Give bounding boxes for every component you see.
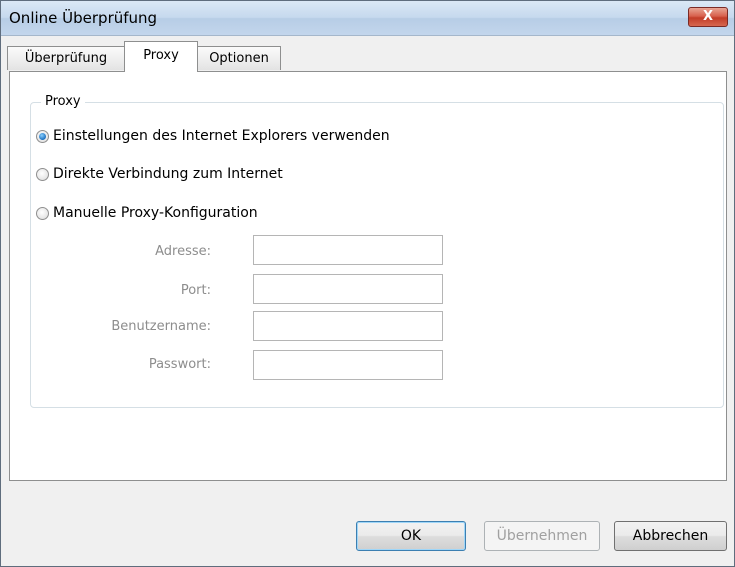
tab-proxy[interactable]: Proxy (124, 41, 198, 72)
radio-direct-connection[interactable]: Direkte Verbindung zum Internet (36, 164, 283, 184)
proxy-tab-page: Proxy Einstellungen des Internet Explore… (9, 71, 727, 481)
username-input[interactable] (253, 311, 443, 341)
title-bar[interactable]: Online Überprüfung X (1, 1, 734, 36)
password-input[interactable] (253, 350, 443, 380)
proxy-group-title: Proxy (41, 94, 85, 109)
address-label: Adresse: (155, 244, 211, 259)
tab-optionen[interactable]: Optionen (197, 46, 281, 70)
radio-direct-connection-label: Direkte Verbindung zum Internet (53, 166, 283, 182)
password-label: Passwort: (148, 357, 211, 372)
address-input[interactable] (253, 235, 443, 265)
radio-ie-settings[interactable]: Einstellungen des Internet Explorers ver… (36, 126, 390, 146)
apply-button[interactable]: Übernehmen (484, 521, 600, 551)
username-label: Benutzername: (111, 319, 211, 334)
window-title: Online Überprüfung (9, 9, 158, 27)
radio-manual-proxy-label: Manuelle Proxy-Konfiguration (53, 205, 258, 221)
radio-unchecked-icon[interactable] (36, 167, 49, 181)
radio-ie-settings-label: Einstellungen des Internet Explorers ver… (53, 128, 390, 144)
dialog-window: Online Überprüfung X Überprüfung Proxy O… (0, 0, 735, 567)
radio-manual-proxy[interactable]: Manuelle Proxy-Konfiguration (36, 203, 258, 223)
port-label: Port: (180, 283, 211, 298)
proxy-groupbox: Proxy Einstellungen des Internet Explore… (30, 94, 724, 408)
port-input[interactable] (253, 274, 443, 304)
radio-unchecked-icon[interactable] (36, 206, 49, 220)
radio-checked-icon[interactable] (36, 129, 49, 143)
cancel-button[interactable]: Abbrechen (614, 521, 727, 551)
tab-strip: Überprüfung Proxy Optionen (7, 41, 727, 72)
tab-ueberpruefung[interactable]: Überprüfung (7, 46, 125, 70)
close-button[interactable]: X (688, 7, 728, 27)
ok-button[interactable]: OK (356, 521, 466, 551)
